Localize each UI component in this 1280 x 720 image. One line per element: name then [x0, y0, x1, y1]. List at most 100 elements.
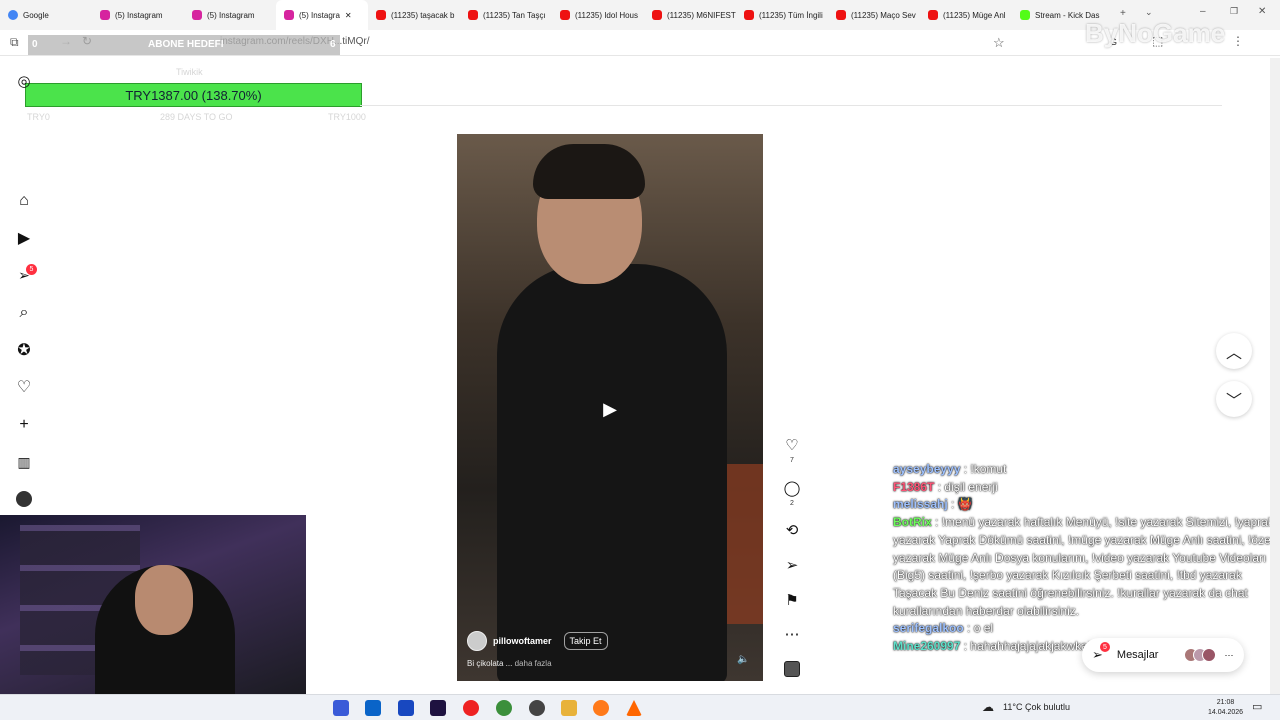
comment-count: 2: [790, 500, 794, 507]
create-plus-icon[interactable]: +: [14, 415, 34, 435]
outlook-icon[interactable]: [365, 700, 381, 716]
browser-tab[interactable]: (5) Instagram: [92, 0, 184, 30]
reel-video[interactable]: ▶ pillowoftamer Takip Et Bi çikolata ...…: [457, 134, 763, 681]
webcam-face-shape: [135, 565, 193, 635]
vlc-icon[interactable]: [626, 700, 642, 716]
mute-icon[interactable]: 🔈: [737, 654, 749, 665]
weather-text[interactable]: 11°C Çok bulutlu: [1003, 702, 1070, 712]
repost-icon[interactable]: ⟲: [780, 521, 804, 539]
avatar: [1202, 648, 1217, 662]
browser-tab[interactable]: (11235) Tan Taşçı: [460, 0, 552, 30]
instagram-logo-icon[interactable]: ◎: [14, 71, 34, 91]
browser-tab[interactable]: (11235) Müge Anl: [920, 0, 1012, 30]
instagram-favicon-icon: [192, 10, 202, 20]
instagram-favicon-icon: [284, 10, 294, 20]
minimize-button[interactable]: –: [1200, 6, 1206, 17]
goal-start: TRY0: [27, 112, 50, 122]
more-link[interactable]: daha fazla: [515, 659, 552, 668]
browser-tab[interactable]: Google: [0, 0, 92, 30]
chat-username[interactable]: F1386T: [893, 480, 934, 494]
notifications-heart-icon[interactable]: ♡: [14, 377, 34, 397]
weather-icon[interactable]: ☁: [982, 700, 994, 714]
goal-title: Tiwikik: [176, 67, 203, 77]
dashboard-icon[interactable]: ▥: [14, 452, 34, 472]
browser-tab[interactable]: (11235) M6NIFEST: [644, 0, 736, 30]
google-favicon-icon: [8, 10, 18, 20]
browser-tab[interactable]: (11235) Tüm İngili: [736, 0, 828, 30]
chat-text: : !komut: [963, 462, 1007, 476]
save-bookmark-icon[interactable]: ⚑: [780, 591, 804, 609]
subscriber-goal-end: 6: [330, 39, 336, 50]
streamer-webcam: [0, 515, 306, 695]
reel-caption: Bi çikolata ... daha fazla: [467, 659, 552, 668]
reels-icon[interactable]: ▶: [14, 228, 34, 248]
system-clock[interactable]: 21:08 14.04.2026: [1208, 698, 1243, 718]
channel-watermark: ByNoGame: [1085, 18, 1226, 48]
messages-button[interactable]: ➢ 5 Mesajlar ⋯: [1082, 638, 1244, 672]
more-icon: ⋯: [1224, 649, 1234, 660]
youtube-favicon-icon: [744, 10, 754, 20]
browser-tab-label: (11235) Tan Taşçı: [483, 10, 546, 20]
home-icon[interactable]: ⌂: [14, 191, 34, 211]
donation-goal-bar: TRY1387.00 (138.70%): [25, 83, 362, 107]
folder-icon[interactable]: [561, 700, 577, 716]
clock-time: 21:08: [1216, 699, 1235, 706]
browser-tab[interactable]: (11235) taşacak b: [368, 0, 460, 30]
opera-icon[interactable]: [463, 700, 479, 716]
like-heart-icon[interactable]: ♡: [780, 436, 804, 454]
premiere-icon[interactable]: [430, 700, 446, 716]
notification-center-icon[interactable]: ▭: [1252, 700, 1262, 713]
tab-list-chevron-icon[interactable]: ⌄: [1145, 7, 1153, 18]
browser-tab[interactable]: (11235) Idol Hous: [552, 0, 644, 30]
restore-button[interactable]: ❐: [1230, 6, 1238, 17]
bookmark-star-icon[interactable]: ☆: [993, 35, 1005, 51]
page-scrollbar[interactable]: [1270, 58, 1280, 694]
kick-favicon-icon: [1020, 10, 1030, 20]
app-icon[interactable]: [398, 700, 414, 716]
share-icon[interactable]: ➢: [780, 556, 804, 574]
messages-icon: ➢ 5: [1092, 642, 1110, 663]
browser-tab-label: (11235) taşacak b: [391, 10, 455, 20]
close-window-button[interactable]: ✕: [1258, 6, 1266, 17]
obs-icon[interactable]: [529, 700, 545, 716]
reel-author-username[interactable]: pillowoftamer: [493, 636, 552, 646]
chat-username[interactable]: melissahj: [893, 497, 948, 511]
previous-reel-chevron-up-icon[interactable]: ︿: [1216, 333, 1252, 369]
reel-author-avatar[interactable]: [467, 631, 487, 651]
firefox-icon[interactable]: [593, 700, 609, 716]
more-options-icon[interactable]: ⋯: [780, 625, 804, 643]
close-tab-icon[interactable]: ✕: [345, 11, 352, 20]
follow-button[interactable]: Takip Et: [563, 632, 608, 650]
chat-username[interactable]: ayseybeyyy: [893, 462, 960, 476]
tab-actions-icon[interactable]: ⧉: [10, 35, 19, 50]
profile-avatar[interactable]: [14, 489, 34, 509]
browser-tab-label: (5) Instagra: [299, 10, 340, 20]
next-reel-chevron-down-icon[interactable]: ﹀: [1216, 381, 1252, 417]
chat-text: : 👹: [951, 497, 973, 512]
chrome-icon[interactable]: [496, 700, 512, 716]
goal-days: 289 DAYS TO GO: [160, 112, 233, 122]
youtube-favicon-icon: [376, 10, 386, 20]
header-divider: [360, 105, 1222, 106]
chat-message: melissahj : 👹: [893, 496, 1278, 514]
stream-chat: ayseybeyyy : !komut F1386T : dişil enerji…: [893, 461, 1278, 656]
task-view-icon[interactable]: [333, 700, 349, 716]
audio-thumbnail[interactable]: [780, 661, 804, 681]
browser-tab-label: Google: [23, 10, 49, 20]
chat-text: : o el: [967, 621, 994, 636]
browser-tab[interactable]: (5) Instagra ✕: [276, 0, 368, 30]
youtube-favicon-icon: [836, 10, 846, 20]
menu-icon[interactable]: ⋮: [1232, 34, 1244, 48]
comment-icon[interactable]: ◯: [780, 479, 804, 497]
chat-username[interactable]: BotRix: [893, 515, 932, 529]
subscriber-goal-label: ABONE HEDEFI: [148, 39, 224, 50]
chat-username[interactable]: Mine260997: [893, 639, 960, 653]
chat-username[interactable]: serifegalkoo: [893, 621, 964, 635]
play-icon[interactable]: ▶: [597, 396, 623, 422]
search-icon[interactable]: ⌕: [14, 303, 34, 323]
chat-message: BotRix : !menü yazarak haftalık Menüyü, …: [893, 514, 1278, 620]
explore-icon[interactable]: ✪: [14, 340, 34, 360]
clock-date: 14.04.2026: [1208, 709, 1244, 716]
browser-tab[interactable]: (5) Instagram: [184, 0, 276, 30]
browser-tab[interactable]: (11235) Maço Sev: [828, 0, 920, 30]
